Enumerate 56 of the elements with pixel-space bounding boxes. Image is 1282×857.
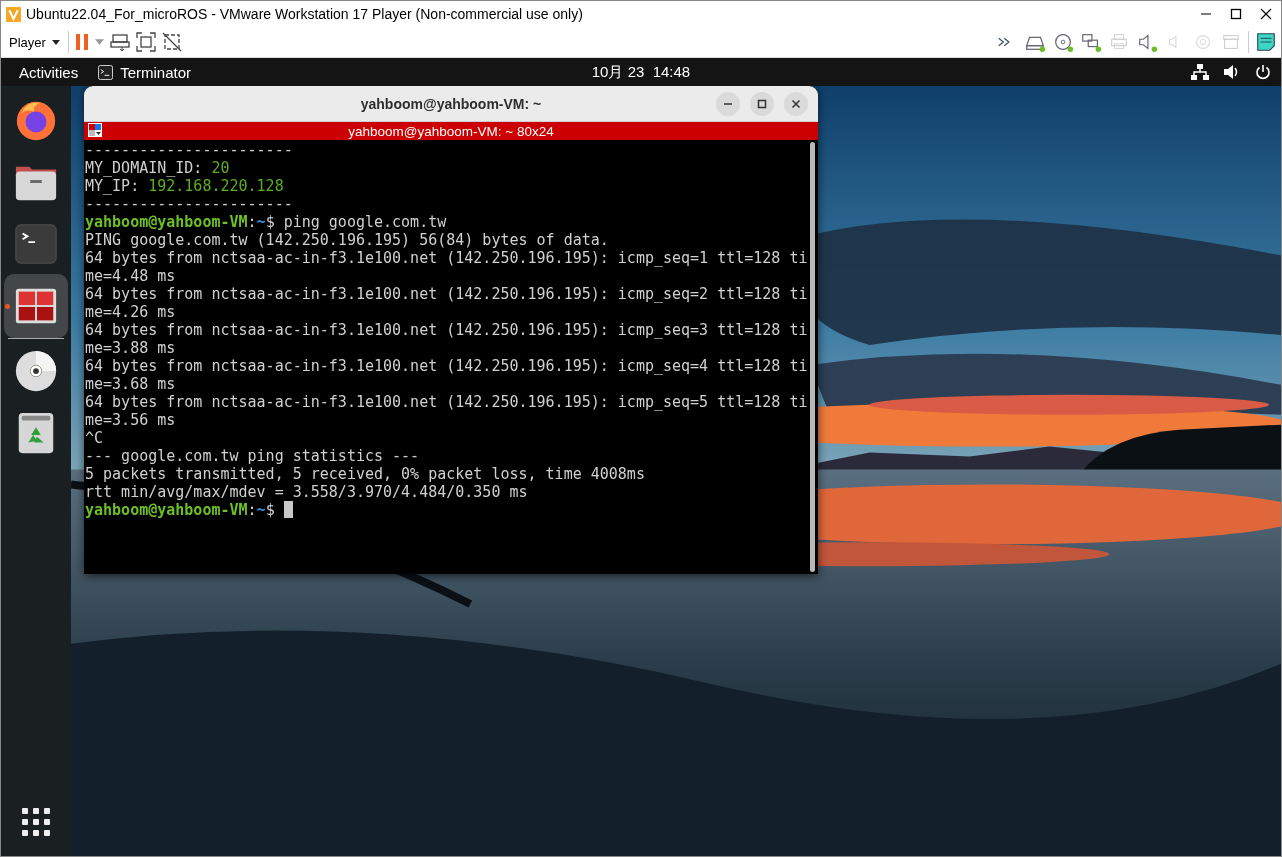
terminal-line: me=3.56 ms xyxy=(85,411,177,429)
terminal-line: yahboom@yahboom-VM:~$ xyxy=(85,501,808,519)
terminal-line: ----------------------- xyxy=(85,141,294,159)
network-icon[interactable] xyxy=(1191,64,1209,80)
scrollbar[interactable] xyxy=(810,142,815,572)
terminal-icon xyxy=(98,64,114,80)
dropdown-arrow-icon[interactable] xyxy=(94,39,104,45)
activities-button[interactable]: Activities xyxy=(11,63,79,81)
unity-off-icon[interactable] xyxy=(161,32,182,52)
layout-icon[interactable] xyxy=(88,122,102,137)
app-grid-icon[interactable] xyxy=(22,808,50,836)
notes-device-icon[interactable] xyxy=(1255,31,1277,53)
power-icon[interactable] xyxy=(1255,64,1271,80)
terminal-line: --- google.com.tw ping statistics --- xyxy=(85,447,421,465)
terminal-line: me=4.26 ms xyxy=(85,303,177,321)
terminal-line: MY_DOMAIN_ID: 20 xyxy=(85,159,231,177)
terminal-title: yahboom@yahboom-VM: ~ 80x24 xyxy=(348,123,554,139)
app-logo-icon xyxy=(5,5,22,23)
maximize-button[interactable] xyxy=(750,91,774,116)
sound-device-icon[interactable] xyxy=(1136,31,1158,53)
app-menu[interactable]: Terminator xyxy=(120,63,192,81)
dropdown-arrow-icon xyxy=(51,39,60,45)
terminal-line: ----------------------- xyxy=(85,195,294,213)
maximize-icon xyxy=(757,98,767,109)
fullscreen-icon[interactable] xyxy=(135,32,156,52)
terminal-line: PING google.com.tw (142.250.196.195) 56(84) bytes of data. xyxy=(85,231,610,249)
minimize-button[interactable] xyxy=(716,91,740,116)
network-device-icon[interactable] xyxy=(1080,31,1102,53)
terminal-icon xyxy=(13,221,59,267)
terminal-line: ^C xyxy=(85,429,105,447)
terminal-line: yahboom@yahboom-VM:~$ ping google.com.tw xyxy=(85,213,448,231)
terminal-line: me=3.88 ms xyxy=(85,339,177,357)
terminal-line: rtt min/avg/max/mdev = 3.558/3.970/4.484/0.350 ms xyxy=(85,483,529,501)
disc-icon xyxy=(13,348,59,394)
cd-device-icon[interactable] xyxy=(1052,31,1074,53)
terminal-line: 64 bytes from nctsaa-ac-in-f3.1e100.net (142.250.196.195): icmp_seq=5 ttl=128 ti xyxy=(85,393,808,411)
window-title: yahboom@yahboom-VM: ~ xyxy=(360,95,542,112)
dock-item[interactable] xyxy=(4,274,68,338)
window-title: Ubuntu22.04_For_microROS - VMware Workstation 17 Player (Non-commercial use only) xyxy=(26,6,583,22)
player-menu[interactable]: Player xyxy=(7,32,62,52)
terminal-line: 64 bytes from nctsaa-ac-in-f3.1e100.net (142.250.196.195): icmp_seq=2 ttl=128 ti xyxy=(85,285,808,303)
terminal-line: 64 bytes from nctsaa-ac-in-f3.1e100.net (142.250.196.195): icmp_seq=4 ttl=128 ti xyxy=(85,357,808,375)
terminal-line: 64 bytes from nctsaa-ac-in-f3.1e100.net (142.250.196.195): icmp_seq=1 ttl=128 ti xyxy=(85,249,808,267)
close-icon[interactable] xyxy=(1260,8,1272,20)
send-keys-icon[interactable] xyxy=(109,32,130,52)
clock[interactable]: 10月 23 14:48 xyxy=(591,62,691,82)
close-button[interactable] xyxy=(784,91,808,116)
terminal-line: 5 packets transmitted, 5 received, 0% packet loss, time 4008ms xyxy=(85,465,646,483)
terminal-line: 64 bytes from nctsaa-ac-in-f3.1e100.net (142.250.196.195): icmp_seq=3 ttl=128 ti xyxy=(85,321,808,339)
close-icon xyxy=(791,98,801,109)
pause-icon[interactable] xyxy=(74,33,89,51)
terminal-line: MY_IP: 192.168.220.128 xyxy=(85,177,285,195)
terminal-line: me=3.68 ms xyxy=(85,375,177,393)
terminal-line: me=4.48 ms xyxy=(85,267,177,285)
minimize-icon xyxy=(723,102,733,105)
maximize-icon[interactable] xyxy=(1230,8,1242,20)
